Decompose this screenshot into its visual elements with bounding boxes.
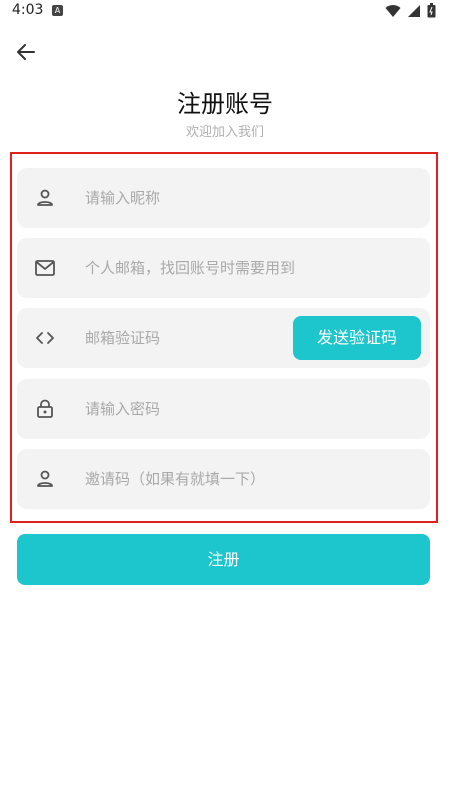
- code-input[interactable]: [85, 308, 275, 368]
- mail-icon: [35, 260, 55, 276]
- battery-icon: [427, 3, 436, 18]
- back-button[interactable]: [12, 38, 40, 66]
- code-field[interactable]: 发送验证码: [17, 308, 430, 368]
- page-title: 注册账号: [177, 90, 273, 118]
- send-code-button[interactable]: 发送验证码: [293, 316, 421, 360]
- page-subtitle: 欢迎加入我们: [185, 125, 264, 140]
- arrow-left-icon: [17, 44, 35, 60]
- register-button[interactable]: 注册: [17, 534, 430, 585]
- app-notification-icon: A: [52, 5, 63, 16]
- signal-icon: [408, 4, 420, 17]
- status-icons: [385, 3, 436, 18]
- nickname-input[interactable]: [85, 168, 405, 228]
- nickname-field[interactable]: [17, 168, 430, 228]
- invite-field[interactable]: [17, 449, 430, 509]
- invite-code-input[interactable]: [85, 449, 405, 509]
- lock-icon: [37, 399, 53, 418]
- password-input[interactable]: [85, 379, 405, 439]
- email-input[interactable]: [85, 238, 405, 298]
- wifi-icon: [385, 4, 401, 17]
- code-brackets-icon: [36, 332, 54, 344]
- password-field[interactable]: [17, 379, 430, 439]
- status-time: 4:03: [12, 2, 44, 18]
- email-field[interactable]: [17, 238, 430, 298]
- person-icon: [37, 470, 53, 487]
- person-icon: [37, 189, 53, 206]
- status-bar: 4:03 A: [0, 0, 450, 22]
